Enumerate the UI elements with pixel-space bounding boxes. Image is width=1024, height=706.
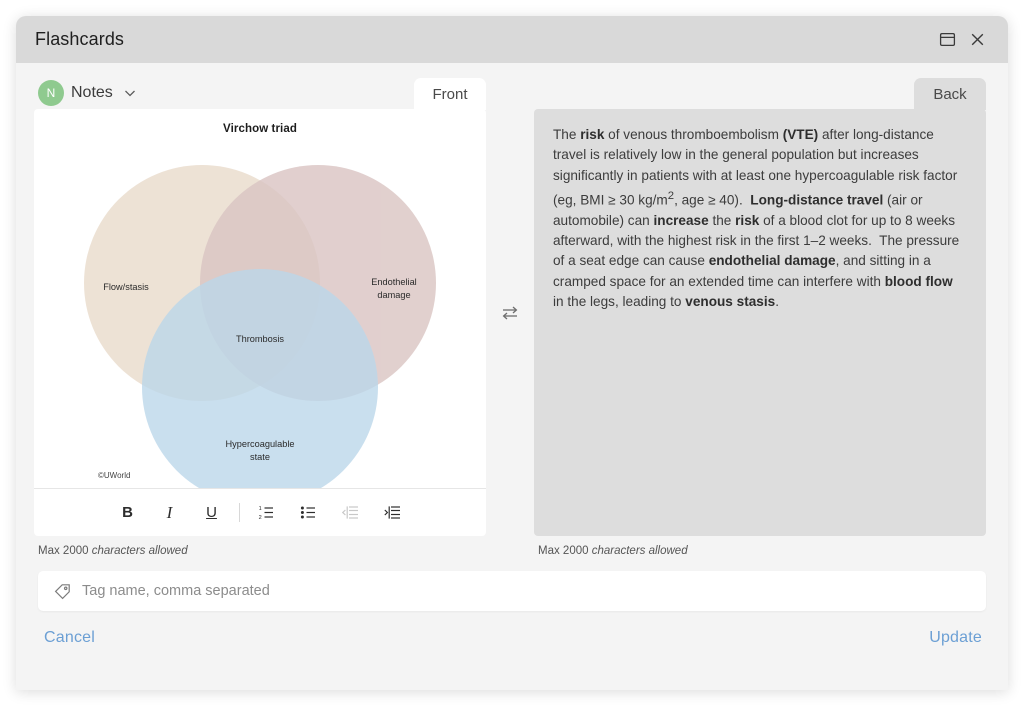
back-char-hint-prefix: Max 2000 bbox=[538, 545, 589, 557]
svg-text:2: 2 bbox=[259, 515, 262, 521]
rich-text-toolbar: B I U 1 2 bbox=[34, 488, 486, 536]
notes-label: Notes bbox=[71, 84, 113, 101]
cancel-button[interactable]: Cancel bbox=[44, 629, 95, 647]
notes-selector[interactable]: N Notes bbox=[16, 63, 1008, 109]
tag-input[interactable]: Tag name, comma separated bbox=[38, 571, 986, 611]
front-char-hint: Max 2000 characters allowed bbox=[34, 536, 486, 557]
venn-label-thrombosis: Thrombosis bbox=[236, 334, 284, 344]
flashcards-window: Flashcards N Notes Front Virchow triad F… bbox=[16, 16, 1008, 690]
back-char-hint-suffix: characters allowed bbox=[591, 545, 688, 557]
update-button[interactable]: Update bbox=[929, 629, 982, 647]
window-title: Flashcards bbox=[35, 29, 125, 49]
toolbar-divider bbox=[238, 503, 240, 522]
back-card[interactable]: The risk of venous thromboembolism (VTE)… bbox=[534, 109, 986, 536]
window-restore-icon[interactable] bbox=[932, 25, 962, 55]
venn-label-flow: Flow/stasis bbox=[103, 282, 149, 292]
back-pane: Back The risk of venous thromboembolism … bbox=[534, 78, 986, 557]
chevron-down-icon[interactable] bbox=[122, 85, 138, 101]
swap-sides-container bbox=[486, 109, 534, 557]
front-char-hint-prefix: Max 2000 bbox=[38, 545, 89, 557]
close-icon[interactable] bbox=[962, 25, 992, 55]
bulleted-list-icon[interactable] bbox=[295, 499, 323, 527]
front-card[interactable]: Virchow triad Flow/stasis Endothelial da… bbox=[34, 109, 486, 536]
front-char-hint-suffix: characters allowed bbox=[91, 545, 188, 557]
editor-area: Front Virchow triad Flow/stasis Endothel… bbox=[16, 78, 1008, 557]
tab-front[interactable]: Front bbox=[414, 78, 486, 110]
venn-label-endothelial-2: damage bbox=[377, 290, 410, 300]
back-card-text: The risk of venous thromboembolism (VTE)… bbox=[553, 127, 960, 309]
svg-text:1: 1 bbox=[259, 506, 262, 512]
indent-icon[interactable] bbox=[379, 499, 407, 527]
italic-icon[interactable]: I bbox=[156, 499, 184, 527]
tag-row: Tag name, comma separated bbox=[16, 557, 1008, 611]
outdent-icon[interactable] bbox=[337, 499, 365, 527]
underline-icon[interactable]: U bbox=[198, 499, 226, 527]
tab-back[interactable]: Back bbox=[914, 78, 986, 110]
back-char-hint: Max 2000 characters allowed bbox=[534, 536, 986, 557]
figure-title: Virchow triad bbox=[223, 123, 297, 135]
venn-label-hypercoagulable-1: Hypercoagulable bbox=[226, 439, 295, 449]
venn-diagram: Flow/stasis Endothelial damage Thrombosi… bbox=[84, 165, 436, 488]
avatar: N bbox=[38, 80, 64, 106]
copyright-notice: ©UWorld bbox=[98, 471, 131, 480]
swap-arrows-icon[interactable] bbox=[497, 300, 523, 326]
window-title-bar: Flashcards bbox=[16, 16, 1008, 63]
front-content[interactable]: Virchow triad Flow/stasis Endothelial da… bbox=[34, 109, 486, 488]
tag-icon bbox=[54, 583, 71, 600]
front-pane: Front Virchow triad Flow/stasis Endothel… bbox=[34, 78, 486, 557]
dialog-body: N Notes Front Virchow triad Flow/stasis … bbox=[16, 63, 1008, 690]
dialog-footer: Cancel Update bbox=[16, 611, 1008, 647]
bold-icon[interactable]: B bbox=[114, 499, 142, 527]
virchow-triad-figure: Virchow triad Flow/stasis Endothelial da… bbox=[40, 117, 480, 488]
venn-label-hypercoagulable-2: state bbox=[250, 452, 270, 462]
venn-label-endothelial-1: Endothelial bbox=[371, 277, 416, 287]
numbered-list-icon[interactable]: 1 2 bbox=[253, 499, 281, 527]
tag-input-placeholder: Tag name, comma separated bbox=[82, 583, 270, 599]
